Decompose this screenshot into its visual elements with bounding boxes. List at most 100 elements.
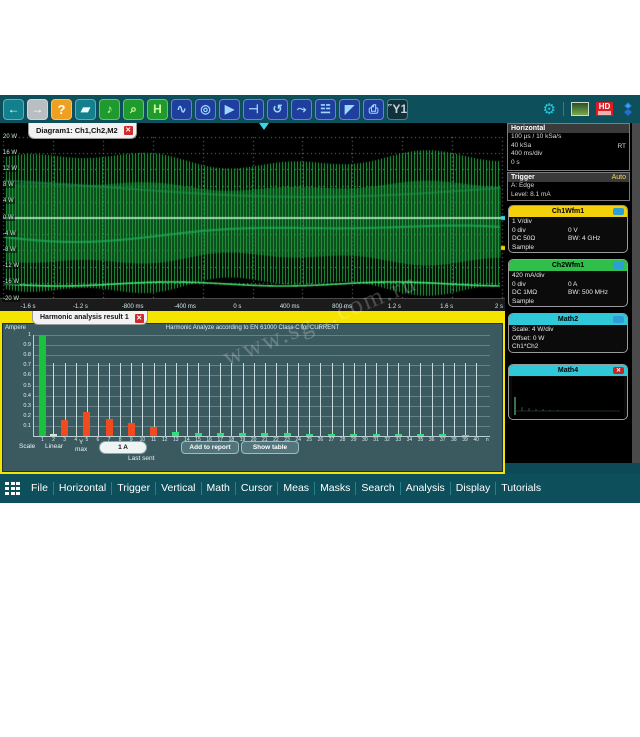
back-icon[interactable]: ← [3,99,24,120]
menu-item-meas[interactable]: Meas [277,482,314,495]
diagram-y-label: 20 W [2,134,18,140]
help-icon[interactable]: ? [51,99,72,120]
trigger-mode[interactable]: Auto [612,174,626,181]
harmonic-tab[interactable]: Harmonic analysis result 1 ✕ [32,311,148,325]
harmonic-bar[interactable] [261,433,268,436]
channel-toggle-icon[interactable] [613,316,624,323]
channel-toggle-icon[interactable] [613,262,624,269]
harmonic-bar[interactable] [239,433,246,436]
diagram-y-label: 8 W [2,182,15,188]
print-icon[interactable]: ⎙ [363,99,384,120]
trigger-panel[interactable]: Trigger Auto A: EdgeLevel: 8.1 mA [507,172,630,201]
channel-row-left: Ch1*Ch2 [512,343,568,352]
channel-row: 0 div0 V [512,227,624,236]
spectrum-icon[interactable]: ◤ [339,99,360,120]
menu-item-masks[interactable]: Masks [314,482,355,495]
harmonic-limit-line [465,363,466,436]
harmonic-limit-line [265,363,266,436]
horizontal-panel[interactable]: Horizontal 100 µs / 10 kSa/s40 kSa400 ms… [507,123,630,171]
harmonic-limit-line [398,363,399,436]
menu-item-search[interactable]: Search [355,482,399,495]
channel-panel-ch1wfm1[interactable]: Ch1Wfm11 V/div0 div0 VDC 50ΩBW: 4 GHzSam… [508,205,628,253]
timer-icon[interactable]: ↺ [267,99,288,120]
ymax-value-field[interactable]: 1 A [99,441,147,454]
screenshot-icon[interactable] [571,102,589,116]
channel-row-right: 0 A [568,281,577,290]
channel-row: DC 50ΩBW: 4 GHz [512,235,624,244]
menu-item-tutorials[interactable]: Tutorials [495,482,546,495]
fft-icon[interactable]: ☳ [315,99,336,120]
horizontal-row-left: 400 ms/div [511,150,569,159]
harmonic-bar[interactable] [61,420,68,436]
history-icon[interactable]: H [147,99,168,120]
zoom-icon[interactable]: ⌕ [123,99,144,120]
menu-item-vertical[interactable]: Vertical [155,482,200,495]
harmonic-chart-body: Ampere Harmonic Analyze according to EN … [2,323,503,472]
harmonic-bar[interactable] [150,427,157,436]
harmonic-bar[interactable] [462,435,469,437]
menu-item-horizontal[interactable]: Horizontal [53,482,111,495]
harmonic-bar[interactable] [39,335,46,436]
delete-icon[interactable]: Ὕ1 [387,99,408,120]
channel-close-icon[interactable]: ✕ [613,367,624,374]
harmonic-limit-line [220,363,221,436]
diagram-close-icon[interactable]: ✕ [124,126,133,135]
harmonic-bar[interactable] [106,419,113,436]
channel-row-left: DC 50Ω [512,235,568,244]
harmonic-bar[interactable] [328,434,335,436]
harmonic-bar[interactable] [417,434,424,436]
signal-icon[interactable]: ∿ [171,99,192,120]
harmonic-bar[interactable] [195,433,202,436]
channel-panel-ch2wfm1[interactable]: Ch2Wfm1420 mA/div0 div0 ADC 1MΩBW: 500 M… [508,259,628,307]
harmonic-bar[interactable] [172,432,179,436]
scale-value[interactable]: Linear [45,443,63,450]
harmonic-bar[interactable] [50,434,57,436]
harmonic-close-icon[interactable]: ✕ [135,314,144,323]
horizontal-row: 0 s [508,159,629,168]
grid-menu-icon[interactable] [5,482,20,495]
harmonic-analysis-panel: Harmonic analysis result 1 ✕ Ampere Harm… [0,311,505,474]
harmonic-limit-line [198,363,199,436]
horizontal-row: 40 kSa [508,142,629,151]
open-file-icon[interactable]: ▰ [75,99,96,120]
harmonic-limit-line [387,363,388,436]
diagram-tab[interactable]: Diagram1: Ch1,Ch2,M2 ✕ [28,123,137,139]
channel-row-left: 0 div [512,227,568,236]
harmonic-bar[interactable] [217,433,224,436]
diagram-x-label: -400 ms [174,304,196,310]
harmonic-bar[interactable] [350,434,357,436]
menu-item-math[interactable]: Math [201,482,235,495]
trigger-icon[interactable]: ⊣ [243,99,264,120]
harmonic-bar[interactable] [284,433,291,436]
main-toolbar: ←→?▰♪⌕H∿◎▶⊣↺⤳☳◤⎙Ὕ1 ⚙ HD [0,95,640,123]
diagram-y-label: 12 W [2,166,18,172]
harmonic-gridline [34,396,490,397]
horizontal-row: 400 ms/div [508,150,629,159]
menu-item-trigger[interactable]: Trigger [111,482,155,495]
cursor-icon[interactable]: ⤳ [291,99,312,120]
channel-panel-math4[interactable]: Math4✕ [508,364,628,420]
harmonic-bar-chart[interactable]: 10.90.80.70.60.50.40.30.20.1123456789101… [33,335,490,437]
harmonic-bar[interactable] [395,434,402,436]
trigger-position-marker[interactable] [259,123,269,130]
show-table-button[interactable]: Show table [241,441,299,454]
waveform-diagram[interactable]: Diagram1: Ch1,Ch2,M2 ✕ 20 W16 W12 W8 W4 … [0,123,505,311]
menu-item-file[interactable]: File [26,482,53,495]
channel-panel-math2[interactable]: Math2Scale: 4 W/divOffset: 0 WCh1*Ch2 [508,313,628,353]
harmonic-bar[interactable] [439,434,446,436]
harmonic-gridline [34,406,490,407]
play-icon[interactable]: ▶ [219,99,240,120]
harmonic-bar[interactable] [83,412,90,436]
save-waveform-icon[interactable]: ♪ [99,99,120,120]
gear-icon[interactable]: ⚙ [543,102,556,117]
harmonic-bar[interactable] [373,434,380,436]
harmonic-bar[interactable] [128,423,135,436]
harmonic-bar[interactable] [306,434,313,436]
menu-item-display[interactable]: Display [450,482,495,495]
menu-item-analysis[interactable]: Analysis [400,482,450,495]
menu-item-cursor[interactable]: Cursor [235,482,278,495]
channel-toggle-icon[interactable] [613,208,624,215]
add-to-report-button[interactable]: Add to report [181,441,239,454]
forward-icon[interactable]: → [27,99,48,120]
mask-icon[interactable]: ◎ [195,99,216,120]
